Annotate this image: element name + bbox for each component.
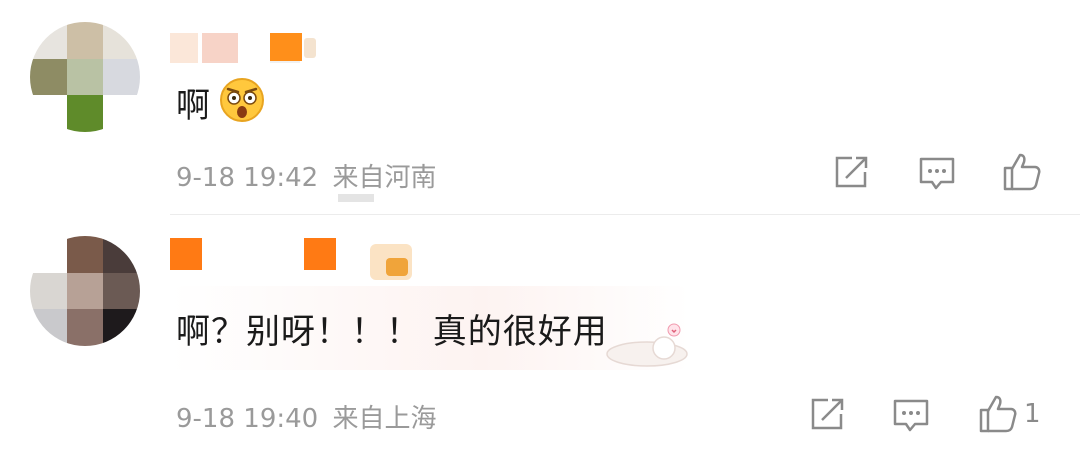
user-badge <box>304 238 336 270</box>
comment-meta: 9-18 19:42 来自河南 <box>176 157 437 194</box>
reply-button[interactable] <box>892 398 930 434</box>
comment-time: 19:42 <box>243 163 319 193</box>
cat-sticker-icon <box>606 323 688 367</box>
like-count: 1 <box>1024 399 1041 429</box>
comment-icon <box>893 399 929 432</box>
comment-icon <box>919 157 955 190</box>
comment-text: 啊？别呀！！！ 真的很好用 <box>176 312 608 352</box>
like-button[interactable] <box>1002 152 1048 192</box>
share-icon <box>835 156 868 188</box>
user-badge <box>270 33 302 61</box>
location-underline <box>338 194 374 202</box>
reply-button[interactable] <box>918 156 956 192</box>
like-button[interactable]: 1 <box>978 394 1041 434</box>
comment-date: 9-18 <box>176 404 236 434</box>
avatar[interactable] <box>30 22 140 132</box>
comment-meta: 9-18 19:40 来自上海 <box>176 398 437 435</box>
username-blurred[interactable] <box>170 238 202 270</box>
thumbs-up-icon <box>979 395 1017 433</box>
comment-text: 啊 <box>176 86 211 126</box>
comment-time: 19:40 <box>243 404 319 434</box>
comment-item: 啊 9-18 19:42 来自河南 <box>0 0 1080 214</box>
share-icon <box>811 398 844 430</box>
badge-icon <box>304 38 316 58</box>
share-button[interactable] <box>832 154 870 190</box>
avatar[interactable] <box>30 236 140 346</box>
shocked-face-emoji <box>220 78 264 122</box>
thumbs-up-icon <box>1003 153 1041 191</box>
comment-location: 来自河南 <box>332 163 437 193</box>
crown-icon <box>386 258 408 276</box>
comment-item: 啊？别呀！！！ 真的很好用 9-18 19:40 来自上海 1 <box>0 214 1080 454</box>
share-button[interactable] <box>808 396 846 432</box>
comment-date: 9-18 <box>176 163 236 193</box>
comment-location: 来自上海 <box>332 404 437 434</box>
